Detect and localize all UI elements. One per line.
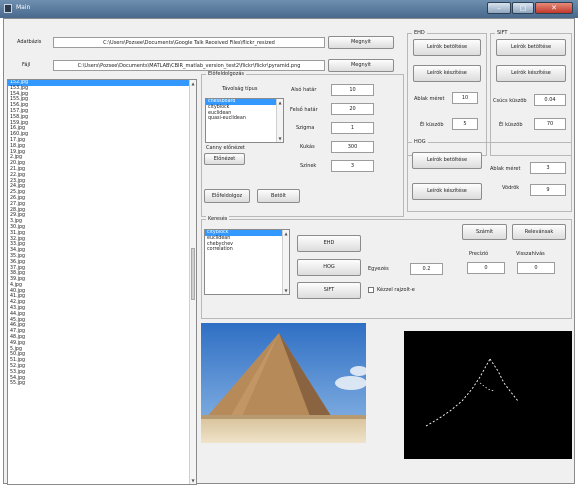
close-button[interactable]: ✕ [535,2,573,14]
scroll-down-icon[interactable]: ▼ [277,135,283,142]
metric-items: cityblock euclidean chebychev correlation [205,230,289,253]
pyramid-photo-icon [201,323,366,443]
metric-list[interactable]: cityblock euclidean chebychev correlation ▲… [204,229,290,295]
scroll-up-icon[interactable]: ▲ [277,99,283,106]
ehd-edge-label: Él küszöb [420,122,444,128]
sift-peak-field[interactable]: 0.04 [534,94,566,106]
kernel-label: Kukás [300,144,315,150]
database-open-button[interactable]: Megnyit [328,36,394,49]
preview-button[interactable]: Előnézet [204,153,245,165]
close-icon: ✕ [551,4,557,12]
hog-title: HOG [412,139,428,146]
preprocess-button[interactable]: Előfeldolgoz [204,189,250,203]
search-hog-button[interactable]: HOG [297,259,361,276]
hog-bins-label: Vödrök [502,185,520,191]
upper-threshold-label: Felső határ [290,107,318,113]
scroll-up-icon[interactable]: ▲ [190,80,196,87]
ehd-block-field[interactable]: 10 [452,92,478,104]
scroll-down-icon[interactable]: ▼ [190,477,196,484]
relevant-button[interactable]: Relevánsak [512,224,566,240]
database-label: Adatbázis [17,39,42,45]
sigma-label: Szigma [296,125,315,131]
compute-button[interactable]: Számít [462,224,507,240]
hog-block-field[interactable]: 3 [530,162,566,174]
window-title: Main [16,4,31,11]
sift-load-button[interactable]: Leírók betöltése [496,39,566,56]
colors-label: Színek [300,163,317,169]
match-label: Egyezés [368,266,389,272]
hog-load-button[interactable]: Leírók betöltése [412,152,482,169]
metric-option[interactable]: correlation [205,247,289,253]
recall-label: Visszahívás [516,251,545,257]
scroll-down-icon[interactable]: ▼ [283,287,289,294]
file-open-button[interactable]: Megnyit [328,59,394,72]
lower-threshold-field[interactable]: 10 [331,84,374,96]
hog-bins-field[interactable]: 9 [530,184,566,196]
sift-title: SIFT [495,30,510,37]
sift-edge-field[interactable]: 70 [534,118,566,130]
ehd-title: EHD [412,30,427,37]
kernel-field[interactable]: 300 [331,141,374,153]
scroll-up-icon[interactable]: ▲ [283,230,289,237]
upper-threshold-field[interactable]: 20 [331,103,374,115]
sketch-checkbox[interactable] [368,287,374,293]
maximize-icon: □ [519,4,527,12]
ehd-block-label: Ablak méret [414,96,445,102]
edge-map-icon [425,358,519,427]
hog-block-label: Ablak méret [490,166,521,172]
sift-peak-label: Csúcs küszöb [493,98,527,104]
scroll-thumb[interactable] [191,248,195,300]
ehd-load-button[interactable]: Leírók betöltése [413,39,481,56]
distance-list-scrollbar[interactable]: ▲ ▼ [276,99,283,142]
colors-field[interactable]: 3 [331,160,374,172]
precision-label: Precízió [469,251,489,257]
app-icon [4,4,12,13]
distance-type-items: chessboard cityblock euclidean quasi-euclid… [206,99,283,122]
lower-threshold-label: Alsó határ [291,87,317,93]
edge-map-image [404,331,572,459]
file-label: Fájl [22,62,31,68]
query-image [201,323,366,443]
minimize-button[interactable]: – [487,2,511,14]
file-list[interactable]: 152.jpg 153.jpg 154.jpg 155.jpg 156.jpg 157.j… [7,79,197,485]
preprocessing-title: Előfeldolgozás [206,71,246,78]
metric-list-scrollbar[interactable]: ▲ ▼ [282,230,289,294]
file-path-field[interactable]: C:\Users\Pozsee\Documents\MATLAB\CBIR_ma… [53,60,325,71]
search-sift-button[interactable]: SIFT [297,282,361,299]
distance-type-list[interactable]: chessboard cityblock euclidean quasi-euclid… [205,98,284,143]
file-list-items: 152.jpg 153.jpg 154.jpg 155.jpg 156.jpg 157.j… [8,80,196,387]
search-ehd-button[interactable]: EHD [297,235,361,252]
recall-field[interactable]: 0 [517,262,555,274]
precision-field[interactable]: 0 [467,262,505,274]
ehd-edge-field[interactable]: 5 [452,118,478,130]
database-path-field[interactable]: C:\Users\Pozsee\Documents\Google Talk Re… [53,37,325,48]
ehd-create-button[interactable]: Leírók készítése [413,65,481,82]
maximize-button[interactable]: □ [512,2,534,14]
sketch-label: Kézzel rajzolt-e [377,287,415,293]
distance-type-option[interactable]: quasi-euclidean [206,116,283,122]
sift-edge-label: Él küszöb [499,122,523,128]
main-window: Adatbázis C:\Users\Pozsee\Documents\Goog… [3,18,575,485]
canny-preview-label: Canny előnézet [206,145,245,151]
sift-create-button[interactable]: Leírók készítése [496,65,566,82]
title-bar: Main – □ ✕ [0,0,578,18]
sigma-field[interactable]: 1 [331,122,374,134]
hog-create-button[interactable]: Leírók készítése [412,183,482,200]
match-field[interactable]: 0.2 [410,263,443,275]
search-title: Keresés [206,216,230,223]
file-list-item[interactable]: 55.jpg [8,381,196,387]
load-button[interactable]: Betölt [257,189,300,203]
minimize-icon: – [497,4,501,12]
file-list-scrollbar[interactable]: ▲ ▼ [189,80,196,484]
distance-type-label: Távolság típus [222,86,258,92]
